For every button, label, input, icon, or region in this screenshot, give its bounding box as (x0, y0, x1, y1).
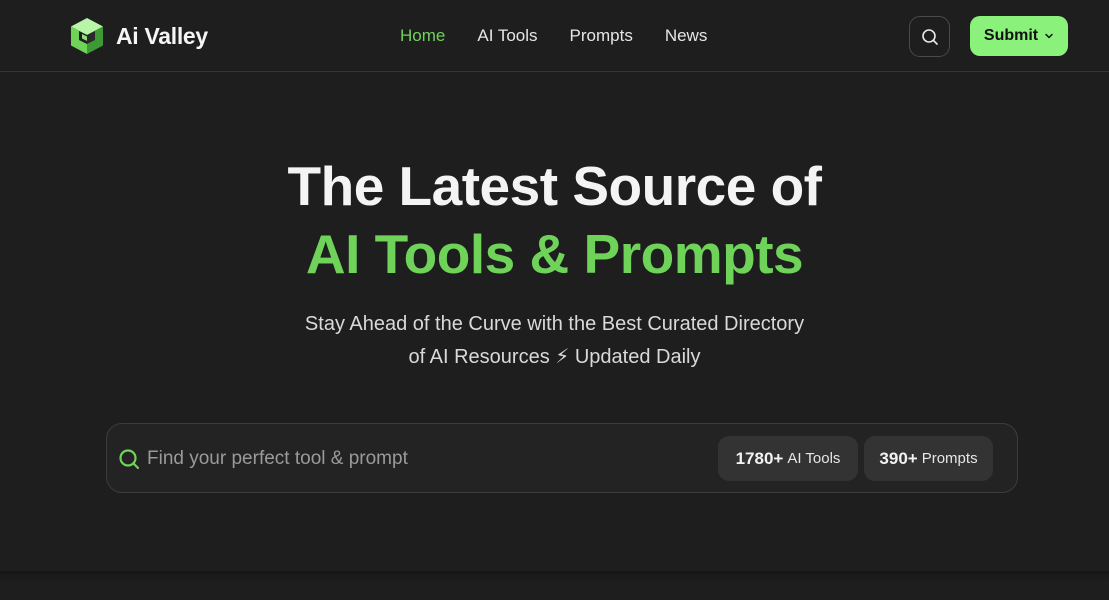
search-icon (921, 28, 938, 45)
header-search-button[interactable] (909, 16, 950, 57)
nav-item-news[interactable]: News (665, 24, 708, 48)
hero-title-line1: The Latest Source of (287, 155, 822, 217)
search-icon (119, 449, 140, 470)
section-divider (0, 571, 1109, 600)
hero-subtitle-line1: Stay Ahead of the Curve with the Best Cu… (304, 313, 805, 335)
logo-link[interactable]: Ai Valley (70, 17, 208, 55)
nav-item-prompts[interactable]: Prompts (570, 24, 633, 48)
search-input[interactable] (147, 444, 687, 474)
stat-label: AI Tools (787, 450, 841, 467)
chevron-down-icon (1045, 33, 1053, 39)
submit-button[interactable]: Submit (970, 16, 1068, 56)
main-nav: Home AI Tools Prompts News (400, 24, 707, 48)
site-header: Ai Valley Home AI Tools Prompts News Sub… (0, 0, 1109, 72)
hero-subtitle: Stay Ahead of the Curve with the Best Cu… (0, 308, 1109, 374)
hero-search-bar: 1780+ AI Tools 390+ Prompts (106, 423, 1018, 493)
stat-count: 390+ (879, 448, 918, 468)
nav-item-ai-tools[interactable]: AI Tools (477, 24, 537, 48)
stat-badge-prompts[interactable]: 390+ Prompts (864, 436, 993, 481)
stat-badge-ai-tools[interactable]: 1780+ AI Tools (718, 436, 858, 481)
stat-label: Prompts (921, 450, 978, 467)
stat-count: 1780+ (735, 448, 784, 468)
hero-subtitle-line2: of AI Resources ⚡ Updated Daily (408, 346, 701, 368)
logo-icon (70, 17, 104, 55)
nav-item-home[interactable]: Home (400, 24, 445, 48)
hero-title-line2: AI Tools & Prompts (305, 223, 804, 285)
brand-name: Ai Valley (116, 22, 208, 49)
submit-label: Submit (983, 27, 1039, 44)
hero-title: The Latest Source of AI Tools & Prompts (0, 152, 1109, 288)
